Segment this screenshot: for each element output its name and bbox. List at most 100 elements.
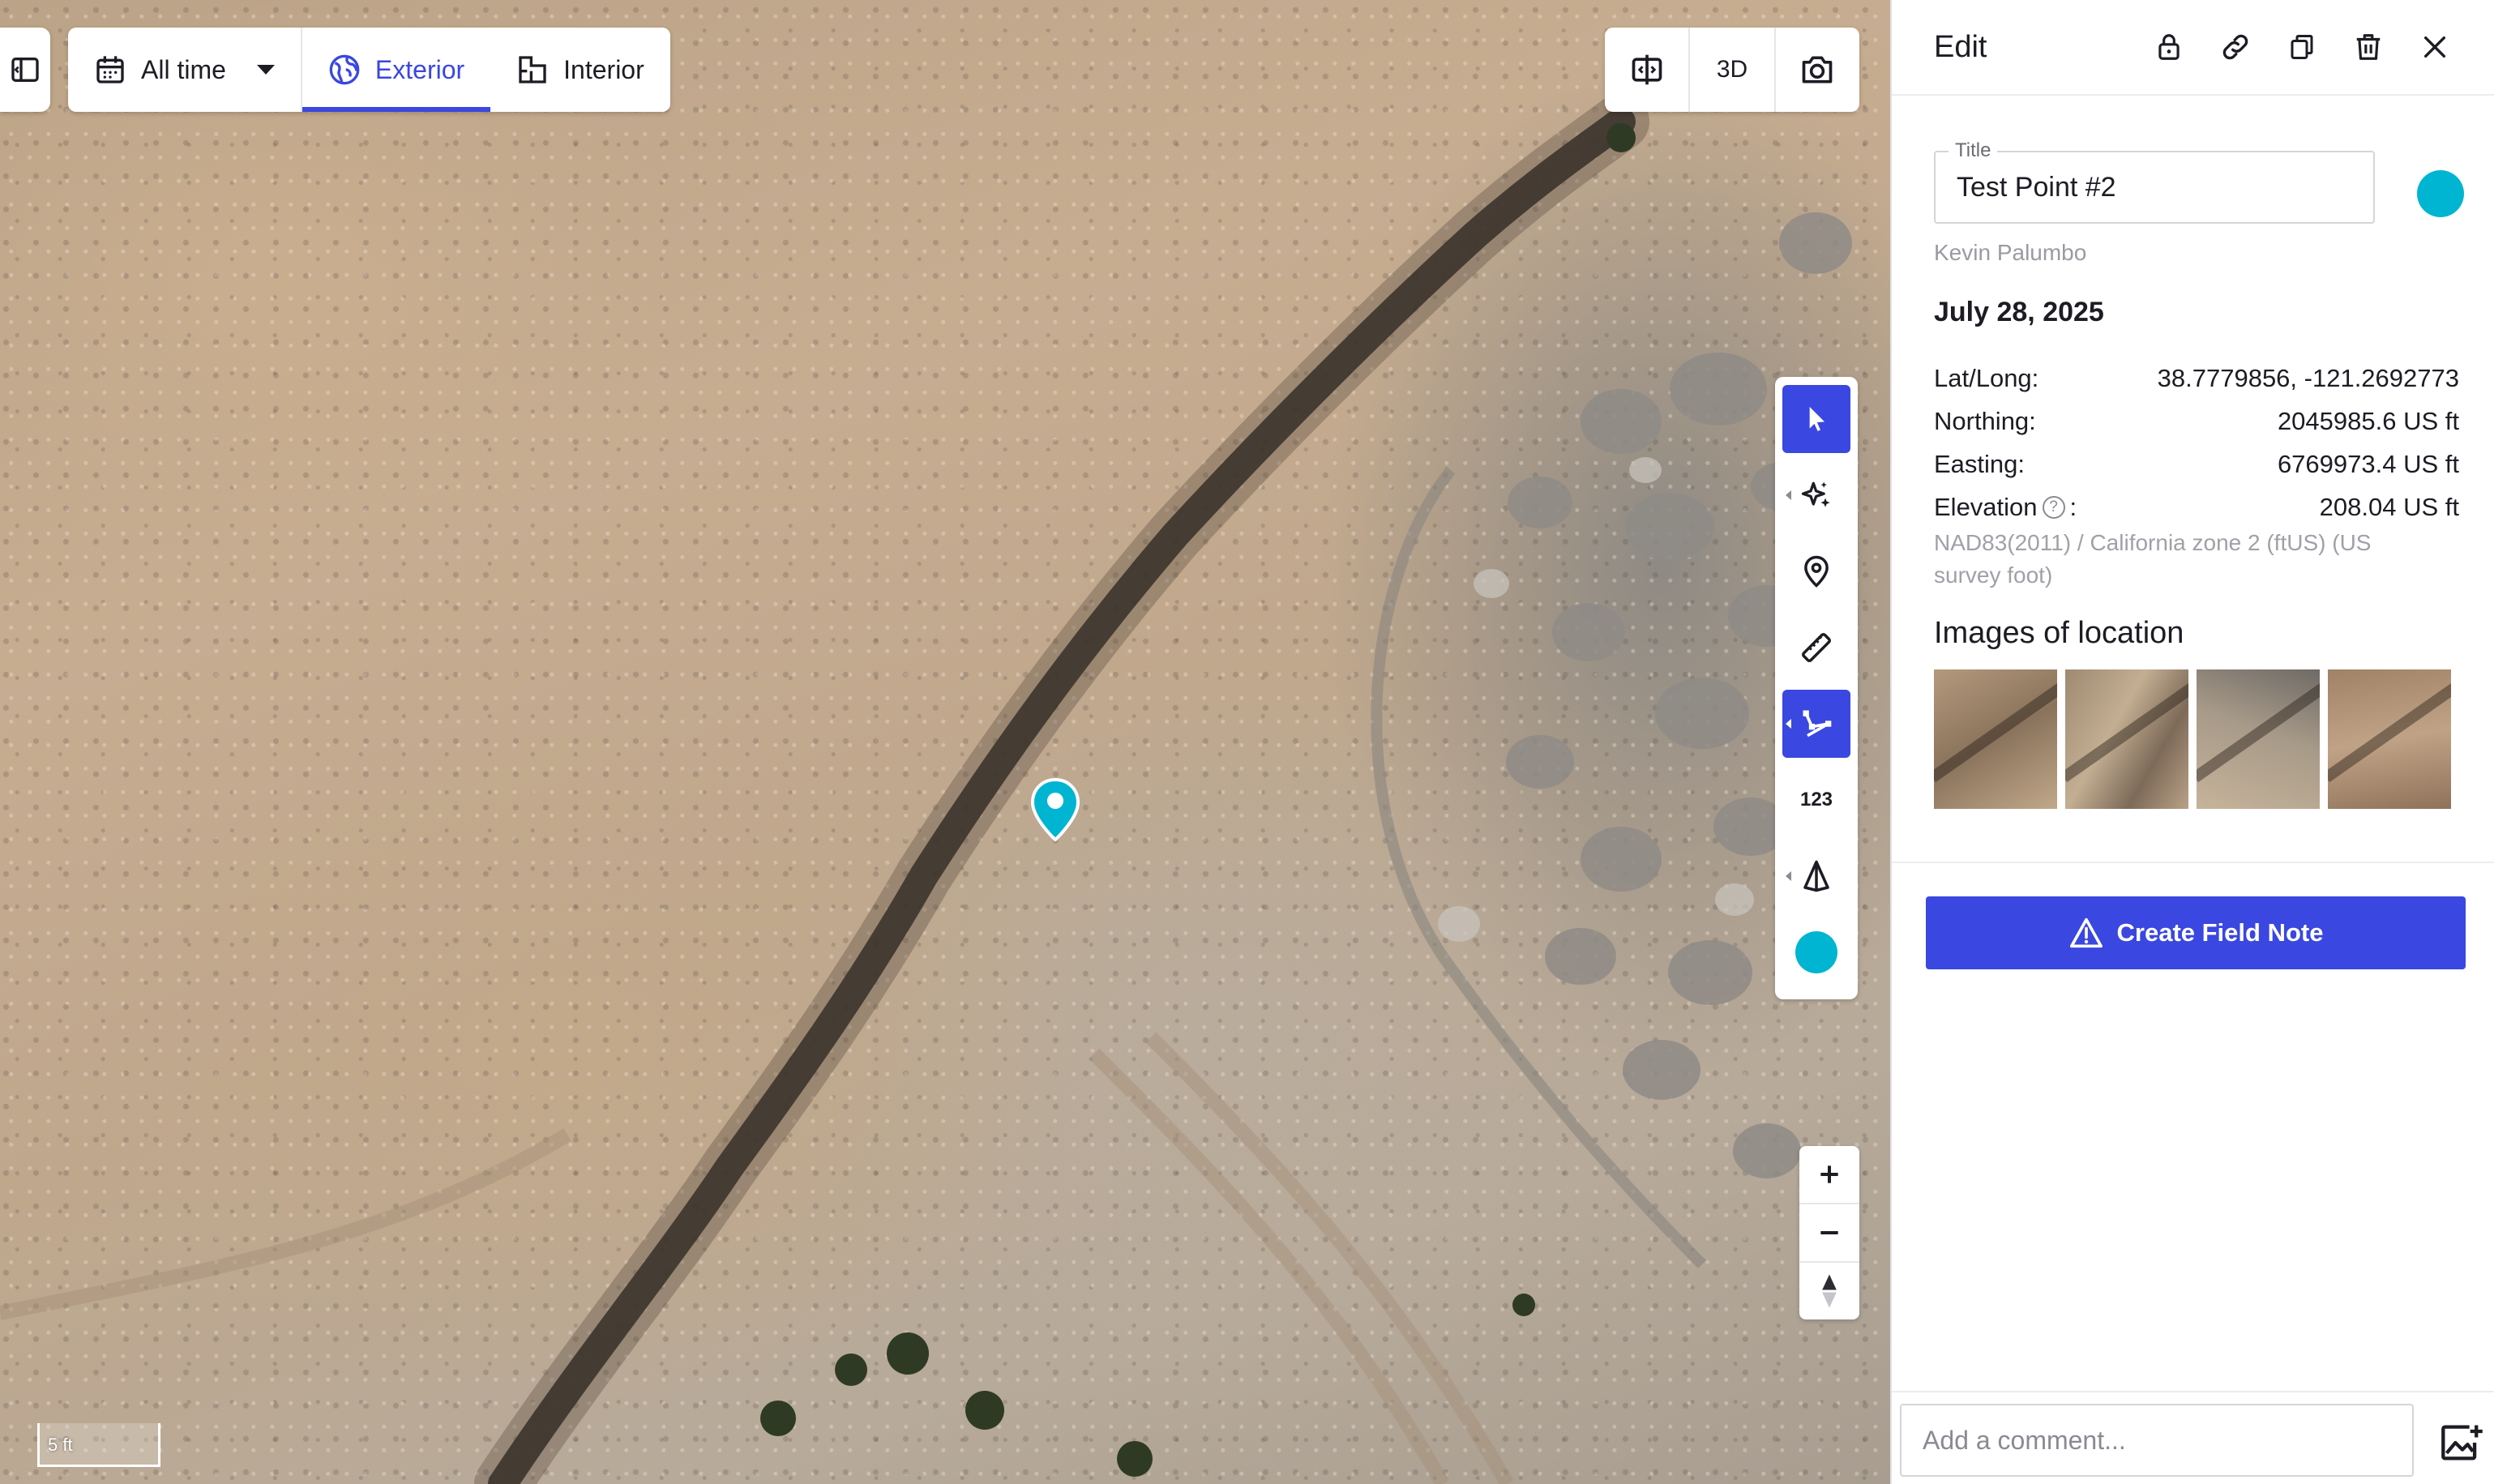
lock-icon bbox=[2158, 34, 2180, 60]
panel-header: Edit bbox=[1892, 0, 2494, 96]
title-field[interactable]: Title Test Point #2 bbox=[1934, 139, 2375, 224]
info-label: Easting: bbox=[1934, 449, 2026, 478]
location-marker-icon bbox=[1030, 777, 1080, 842]
measure-number-button[interactable]: 123 bbox=[1782, 766, 1850, 834]
globe-icon bbox=[329, 54, 360, 85]
select-pointer-icon bbox=[1809, 407, 1825, 431]
compare-view-button[interactable] bbox=[1605, 28, 1688, 112]
info-label: Elevation bbox=[1934, 492, 2038, 521]
info-label-elevation: Elevation ? : bbox=[1934, 493, 2077, 522]
tab-interior-label: Interior bbox=[563, 54, 644, 84]
sidebar-panel-icon bbox=[11, 58, 39, 82]
info-value: 38.7779856, -121.2692773 bbox=[2157, 363, 2459, 392]
info-row-easting: Easting: 6769973.4 US ft bbox=[1934, 443, 2459, 485]
polyline-tool-button[interactable] bbox=[1782, 690, 1850, 758]
time-filter-dropdown[interactable]: All time bbox=[68, 28, 302, 112]
tab-exterior[interactable]: Exterior bbox=[302, 28, 491, 112]
zoom-controls bbox=[1799, 1146, 1859, 1319]
image-thumbnail[interactable] bbox=[2197, 669, 2320, 809]
image-thumbnail[interactable] bbox=[2328, 669, 2451, 809]
point-tool-button[interactable] bbox=[1782, 537, 1850, 605]
help-icon[interactable]: ? bbox=[2042, 495, 2065, 519]
scale-bar-label: 5 ft bbox=[48, 1435, 73, 1455]
image-thumbnail[interactable] bbox=[2065, 669, 2188, 809]
map-mode-toolbar: 3D bbox=[1605, 28, 1859, 112]
plus-icon bbox=[1820, 1165, 1838, 1183]
info-label: Lat/Long: bbox=[1934, 363, 2039, 392]
map-pin-marker[interactable] bbox=[1030, 777, 1080, 845]
polyline-icon bbox=[1803, 710, 1832, 738]
zoom-in-button[interactable] bbox=[1799, 1146, 1859, 1203]
compass-icon bbox=[1822, 1274, 1837, 1308]
edit-panel: Edit Title Test Point #2 Kevin Palumbo J… bbox=[1890, 0, 2494, 1484]
select-tool-button[interactable] bbox=[1782, 385, 1850, 453]
comment-input[interactable] bbox=[1900, 1404, 2414, 1477]
reset-north-button[interactable] bbox=[1799, 1261, 1859, 1319]
info-label: Northing: bbox=[1934, 406, 2036, 435]
warning-triangle-icon bbox=[2069, 917, 2103, 948]
color-picker-button[interactable] bbox=[1782, 918, 1850, 986]
volume-tool-button[interactable] bbox=[1782, 842, 1850, 910]
tab-exterior-label: Exterior bbox=[374, 54, 465, 84]
camera-icon bbox=[1802, 56, 1833, 83]
add-image-icon bbox=[2441, 1425, 2483, 1460]
info-label-suffix: : bbox=[2069, 492, 2077, 521]
create-field-note-label: Create Field Note bbox=[2116, 918, 2324, 947]
floorplan-icon bbox=[519, 56, 546, 83]
add-image-button[interactable] bbox=[2440, 1422, 2485, 1468]
calendar-icon bbox=[96, 56, 124, 83]
title-field-label: Title bbox=[1949, 139, 1998, 162]
trash-icon bbox=[2356, 34, 2381, 60]
chevron-left-icon bbox=[1786, 490, 1791, 500]
terrain-features bbox=[0, 93, 1852, 1484]
ai-tool-button[interactable] bbox=[1782, 461, 1850, 529]
drawing-tool-palette: 123 bbox=[1775, 377, 1858, 999]
sidebar-toggle-button[interactable] bbox=[0, 28, 50, 112]
measure-distance-button[interactable] bbox=[1782, 614, 1850, 682]
info-value: 208.04 US ft bbox=[2319, 492, 2459, 521]
map-canvas[interactable] bbox=[0, 0, 1890, 1484]
color-swatch bbox=[1795, 931, 1837, 973]
marker-color-button[interactable] bbox=[2417, 170, 2464, 217]
zoom-out-button[interactable] bbox=[1799, 1203, 1859, 1261]
info-value: 2045985.6 US ft bbox=[2277, 406, 2459, 435]
coordinate-info: Lat/Long: 38.7779856, -121.2692773 North… bbox=[1934, 357, 2459, 528]
link-icon bbox=[2222, 34, 2248, 60]
location-pin-icon bbox=[1804, 555, 1829, 588]
chevron-down-icon bbox=[256, 65, 275, 75]
title-field-value: Test Point #2 bbox=[1957, 171, 2116, 203]
comment-bar bbox=[1892, 1391, 2494, 1484]
time-filter-label: All time bbox=[141, 54, 226, 84]
delete-button[interactable] bbox=[2351, 30, 2385, 64]
location-images bbox=[1934, 669, 2451, 809]
screenshot-button[interactable] bbox=[1773, 28, 1859, 112]
chevron-left-icon bbox=[1786, 871, 1791, 881]
coordinate-system: NAD83(2011) / California zone 2 (ftUS) (… bbox=[1934, 530, 2372, 588]
duplicate-icon bbox=[2291, 35, 2313, 59]
info-row-latlong: Lat/Long: 38.7779856, -121.2692773 bbox=[1934, 357, 2459, 400]
tab-interior[interactable]: Interior bbox=[490, 28, 670, 112]
chevron-left-icon bbox=[1786, 719, 1791, 729]
lock-button[interactable] bbox=[2152, 30, 2186, 64]
info-row-northing: Northing: 2045985.6 US ft bbox=[1934, 400, 2459, 443]
triangle-icon bbox=[1803, 860, 1829, 892]
create-field-note-button[interactable]: Create Field Note bbox=[1926, 896, 2466, 969]
split-view-icon bbox=[1632, 54, 1662, 85]
view-toolbar: All time Exterior Interior bbox=[68, 28, 670, 112]
info-value: 6769973.4 US ft bbox=[2277, 449, 2459, 478]
panel-title: Edit bbox=[1934, 29, 1987, 64]
info-row-elevation: Elevation ? : 208.04 US ft bbox=[1934, 485, 2459, 528]
scale-bar: 5 ft bbox=[37, 1423, 160, 1467]
close-button[interactable] bbox=[2418, 30, 2452, 64]
minus-icon bbox=[1820, 1231, 1838, 1234]
duplicate-button[interactable] bbox=[2285, 30, 2319, 64]
images-section-title: Images of location bbox=[1934, 616, 2184, 650]
created-date: July 28, 2025 bbox=[1934, 297, 2104, 327]
close-icon bbox=[2423, 36, 2446, 58]
divider bbox=[1892, 862, 2494, 863]
panel-header-actions bbox=[2152, 30, 2452, 64]
copy-link-button[interactable] bbox=[2218, 30, 2252, 64]
ai-sparkle-icon bbox=[1801, 481, 1830, 507]
image-thumbnail[interactable] bbox=[1934, 669, 2057, 809]
mode-3d-button[interactable]: 3D bbox=[1688, 28, 1773, 112]
